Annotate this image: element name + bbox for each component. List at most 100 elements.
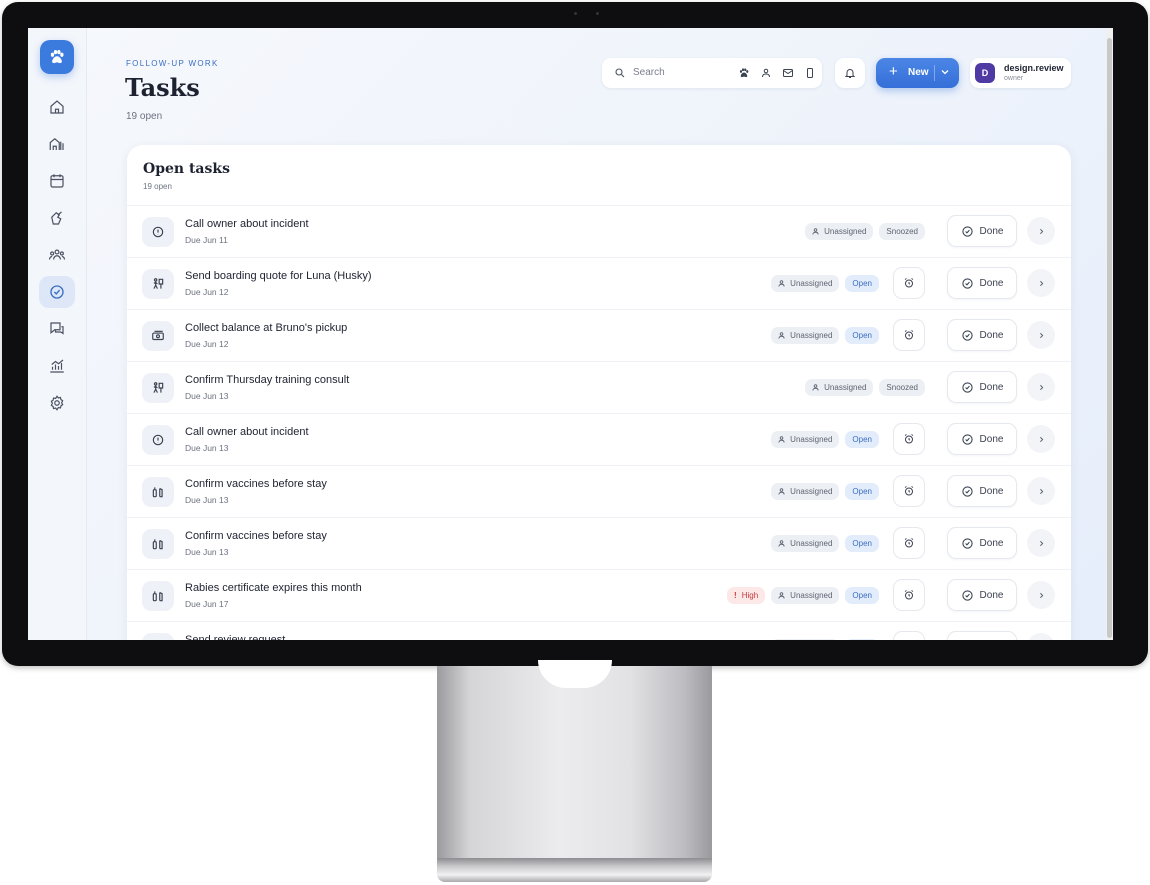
task-title[interactable]: Call owner about incident (185, 426, 309, 438)
open-task-button[interactable] (1027, 529, 1055, 557)
phone-filter-icon[interactable] (804, 67, 816, 79)
nav-reports[interactable] (39, 350, 75, 382)
task-title[interactable]: Rabies certificate expires this month (185, 582, 362, 594)
scrollbar[interactable] (1106, 28, 1113, 640)
nav-calendar[interactable] (39, 165, 75, 197)
done-button[interactable]: Done (947, 267, 1017, 299)
task-due-date: Due Jun 13 (185, 391, 229, 401)
task-title[interactable]: Confirm vaccines before stay (185, 530, 327, 542)
priority-label: High (741, 590, 759, 600)
task-title[interactable]: Confirm vaccines before stay (185, 478, 327, 490)
open-task-button[interactable] (1027, 269, 1055, 297)
done-button[interactable]: Done (947, 475, 1017, 507)
nav-tasks[interactable] (39, 276, 75, 308)
task-title[interactable]: Send review request (185, 634, 285, 640)
open-task-button[interactable] (1027, 581, 1055, 609)
search-input[interactable]: Search (633, 67, 665, 78)
nav-messages[interactable] (39, 313, 75, 345)
page-eyebrow: FOLLOW-UP WORK (126, 59, 219, 68)
check-circle-icon (961, 225, 974, 238)
assignee-badge[interactable]: Unassigned (771, 482, 840, 500)
task-row[interactable]: Send review request Unassigned Open Done (127, 621, 1071, 640)
open-tasks-card: Open tasks 19 open Call owner about inci… (127, 145, 1071, 640)
assignee-badge[interactable]: Unassigned (771, 274, 840, 292)
open-task-button[interactable] (1027, 633, 1055, 640)
task-due-date: Due Jun 13 (185, 495, 229, 505)
scrollbar-thumb[interactable] (1107, 38, 1112, 638)
person-icon (777, 591, 790, 600)
assignee-badge[interactable]: Unassigned (771, 638, 840, 640)
paw-filter-icon[interactable] (738, 67, 750, 79)
task-actions: Unassigned Open Done (771, 475, 1055, 507)
done-button[interactable]: Done (947, 319, 1017, 351)
task-row[interactable]: Collect balance at Bruno's pickup Due Ju… (127, 309, 1071, 362)
done-button[interactable]: Done (947, 579, 1017, 611)
task-title[interactable]: Call owner about incident (185, 218, 309, 230)
task-due-date: Due Jun 12 (185, 287, 229, 297)
assignee-badge[interactable]: Unassigned (771, 534, 840, 552)
money-icon (142, 321, 174, 351)
open-task-button[interactable] (1027, 321, 1055, 349)
task-row[interactable]: Call owner about incident Due Jun 13 Una… (127, 413, 1071, 466)
chevron-down-icon[interactable] (939, 66, 951, 78)
check-circle-icon (961, 537, 974, 550)
task-row[interactable]: Rabies certificate expires this month Du… (127, 569, 1071, 622)
open-task-button[interactable] (1027, 425, 1055, 453)
plus-icon: + (889, 63, 898, 80)
calendar-icon (50, 174, 64, 188)
done-button[interactable]: Done (947, 215, 1017, 247)
nav-customers[interactable] (39, 239, 75, 271)
app-logo[interactable] (40, 40, 74, 74)
assignee-badge[interactable]: Unassigned (771, 586, 840, 604)
task-title[interactable]: Send boarding quote for Luna (Husky) (185, 270, 372, 282)
nav-kennels[interactable] (39, 128, 75, 160)
task-row[interactable]: Send boarding quote for Luna (Husky) Due… (127, 257, 1071, 310)
task-title[interactable]: Confirm Thursday training consult (185, 374, 349, 386)
nav-grooming[interactable] (39, 202, 75, 234)
task-row[interactable]: Confirm Thursday training consult Due Ju… (127, 361, 1071, 414)
snooze-button[interactable] (893, 267, 925, 299)
task-row[interactable]: Call owner about incident Due Jun 11 Una… (127, 205, 1071, 258)
notifications-button[interactable] (835, 58, 865, 88)
snooze-button[interactable] (893, 423, 925, 455)
done-button[interactable]: Done (947, 423, 1017, 455)
new-button-divider (934, 65, 935, 81)
task-actions: Unassigned Open Done (771, 527, 1055, 559)
task-row[interactable]: Confirm vaccines before stay Due Jun 13 … (127, 465, 1071, 518)
page-subtitle: 19 open (126, 111, 163, 122)
task-title[interactable]: Collect balance at Bruno's pickup (185, 322, 347, 334)
snooze-button[interactable] (893, 631, 925, 640)
open-task-button[interactable] (1027, 373, 1055, 401)
check-circle-icon (961, 433, 974, 446)
done-button[interactable]: Done (947, 631, 1017, 640)
open-task-button[interactable] (1027, 477, 1055, 505)
snooze-button[interactable] (893, 475, 925, 507)
status-badge: Open (845, 638, 879, 640)
assignee-badge[interactable]: Unassigned (771, 430, 840, 448)
sidebar (28, 28, 87, 640)
chevron-right-icon (1037, 487, 1046, 496)
profile-menu[interactable]: D design.review owner (970, 58, 1071, 88)
done-button[interactable]: Done (947, 371, 1017, 403)
nav-settings[interactable] (39, 387, 75, 419)
task-row[interactable]: Confirm vaccines before stay Due Jun 13 … (127, 517, 1071, 570)
snooze-button[interactable] (893, 319, 925, 351)
done-button[interactable]: Done (947, 527, 1017, 559)
search-bar[interactable]: Search (602, 58, 822, 88)
mail-filter-icon[interactable] (782, 67, 794, 79)
assignee-label: Unassigned (824, 382, 867, 392)
new-button[interactable]: + New (876, 58, 959, 88)
open-task-button[interactable] (1027, 217, 1055, 245)
person-filter-icon[interactable] (760, 67, 772, 79)
snooze-button[interactable] (893, 527, 925, 559)
assignee-badge[interactable]: Unassigned (805, 222, 874, 240)
done-button-label: Done (979, 277, 1004, 289)
task-due-date: Due Jun 17 (185, 599, 229, 609)
check-circle-icon (961, 329, 974, 342)
check-circle-icon (961, 277, 974, 290)
status-badge: Open (845, 586, 879, 604)
assignee-badge[interactable]: Unassigned (771, 326, 840, 344)
nav-home[interactable] (39, 91, 75, 123)
snooze-button[interactable] (893, 579, 925, 611)
assignee-badge[interactable]: Unassigned (805, 378, 874, 396)
